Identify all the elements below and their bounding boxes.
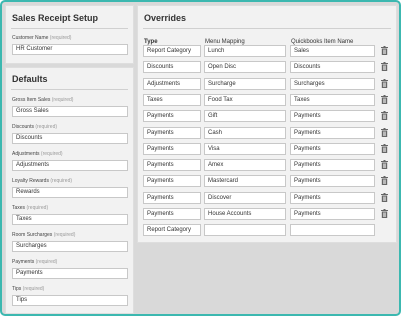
override-quickbooks-item-field[interactable]: Payments: [290, 159, 375, 171]
field-label-text: Taxes: [12, 205, 26, 211]
trash-icon[interactable]: [381, 193, 388, 202]
override-menu-mapping-field[interactable]: House Accounts: [204, 208, 286, 220]
gross-item-sales-input[interactable]: Gross Sales: [12, 106, 128, 117]
override-menu-mapping-field[interactable]: Mastercard: [204, 175, 286, 187]
payments-label: Payments (required): [12, 259, 57, 265]
override-menu-mapping-field[interactable]: Lunch: [204, 45, 286, 57]
override-type-field[interactable]: Payments: [143, 192, 201, 204]
override-type-field[interactable]: Discounts: [143, 61, 201, 73]
required-hint: (required): [22, 286, 45, 292]
discounts-label: Discounts (required): [12, 124, 57, 130]
override-menu-mapping-field[interactable]: Discover: [204, 192, 286, 204]
required-hint: (required): [49, 35, 72, 41]
tips-input[interactable]: Tips: [12, 295, 128, 306]
divider: [11, 28, 128, 29]
field-label-text: Room Surcharges: [12, 232, 53, 238]
taxes-input[interactable]: Taxes: [12, 214, 128, 225]
payments-input[interactable]: Payments: [12, 268, 128, 279]
override-menu-mapping-field[interactable]: Gift: [204, 110, 286, 122]
required-hint: (required): [40, 151, 63, 157]
override-type-field[interactable]: Payments: [143, 127, 201, 139]
trash-icon[interactable]: [381, 160, 388, 169]
new-override-menu-mapping-field[interactable]: [204, 224, 286, 236]
trash-icon[interactable]: [381, 128, 388, 137]
adjustments-label: Adjustments (required): [12, 151, 63, 157]
override-menu-mapping-field[interactable]: Open Disc: [204, 61, 286, 73]
trash-icon[interactable]: [381, 62, 388, 71]
override-type-field[interactable]: Payments: [143, 175, 201, 187]
trash-icon[interactable]: [381, 46, 388, 55]
override-type-field[interactable]: Adjustments: [143, 78, 201, 90]
field-label-text: Loyalty Rewards: [12, 178, 49, 184]
required-hint: (required): [26, 205, 49, 211]
override-quickbooks-item-field[interactable]: Taxes: [290, 94, 375, 106]
divider: [11, 89, 128, 90]
override-quickbooks-item-field[interactable]: Surcharges: [290, 78, 375, 90]
room-surcharges-label: Room Surcharges (required): [12, 232, 75, 238]
overrides-panel: Overrides Type Menu Mapping Quickbooks I…: [137, 5, 397, 243]
new-override-type-field[interactable]: Report Category: [143, 224, 201, 236]
override-menu-mapping-field[interactable]: Visa: [204, 143, 286, 155]
trash-icon[interactable]: [381, 79, 388, 88]
required-hint: (required): [53, 232, 76, 238]
override-quickbooks-item-field[interactable]: Payments: [290, 175, 375, 187]
field-label-text: Gross Item Sales: [12, 97, 51, 103]
override-type-field[interactable]: Taxes: [143, 94, 201, 106]
required-hint: (required): [35, 259, 58, 265]
trash-icon[interactable]: [381, 111, 388, 120]
override-type-field[interactable]: Payments: [143, 110, 201, 122]
field-label-text: Tips: [12, 286, 22, 292]
field-label-text: Adjustments: [12, 151, 40, 157]
new-override-quickbooks-item-field[interactable]: [290, 224, 375, 236]
tips-label: Tips (required): [12, 286, 44, 292]
sales-receipt-panel: Sales Receipt Setup Customer Name (requi…: [5, 5, 134, 64]
loyalty-rewards-input[interactable]: Rewards: [12, 187, 128, 198]
trash-icon[interactable]: [381, 209, 388, 218]
discounts-input[interactable]: Discounts: [12, 133, 128, 144]
customer-name-label: Customer Name (required): [12, 35, 71, 41]
trash-icon[interactable]: [381, 144, 388, 153]
field-label-text: Discounts: [12, 124, 34, 130]
overrides-title: Overrides: [144, 13, 187, 23]
override-quickbooks-item-field[interactable]: Sales: [290, 45, 375, 57]
override-type-field[interactable]: Payments: [143, 208, 201, 220]
customer-name-input[interactable]: HR Customer: [12, 44, 128, 55]
defaults-title: Defaults: [12, 74, 48, 84]
divider: [143, 28, 391, 29]
defaults-panel: Defaults Gross Item Sales (required) Gro…: [5, 67, 134, 314]
override-menu-mapping-field[interactable]: Surcharge: [204, 78, 286, 90]
trash-icon[interactable]: [381, 176, 388, 185]
override-menu-mapping-field[interactable]: Food Tax: [204, 94, 286, 106]
override-menu-mapping-field[interactable]: Amex: [204, 159, 286, 171]
override-quickbooks-item-field[interactable]: Payments: [290, 110, 375, 122]
required-hint: (required): [50, 178, 73, 184]
required-hint: (required): [51, 97, 74, 103]
override-type-field[interactable]: Payments: [143, 159, 201, 171]
adjustments-input[interactable]: Adjustments: [12, 160, 128, 171]
override-menu-mapping-field[interactable]: Cash: [204, 127, 286, 139]
trash-icon[interactable]: [381, 95, 388, 104]
room-surcharges-input[interactable]: Surcharges: [12, 241, 128, 252]
override-quickbooks-item-field[interactable]: Payments: [290, 192, 375, 204]
sales-receipt-title: Sales Receipt Setup: [12, 13, 99, 23]
gross-item-sales-label: Gross Item Sales (required): [12, 97, 73, 103]
app-frame: Sales Receipt Setup Customer Name (requi…: [0, 0, 401, 316]
override-type-field[interactable]: Report Category: [143, 45, 201, 57]
loyalty-rewards-label: Loyalty Rewards (required): [12, 178, 72, 184]
override-quickbooks-item-field[interactable]: Discounts: [290, 61, 375, 73]
override-type-field[interactable]: Payments: [143, 143, 201, 155]
required-hint: (required): [35, 124, 58, 130]
customer-name-label-text: Customer Name: [12, 35, 49, 41]
override-quickbooks-item-field[interactable]: Payments: [290, 127, 375, 139]
taxes-label: Taxes (required): [12, 205, 48, 211]
field-label-text: Payments: [12, 259, 35, 265]
override-quickbooks-item-field[interactable]: Payments: [290, 208, 375, 220]
override-quickbooks-item-field[interactable]: Payments: [290, 143, 375, 155]
